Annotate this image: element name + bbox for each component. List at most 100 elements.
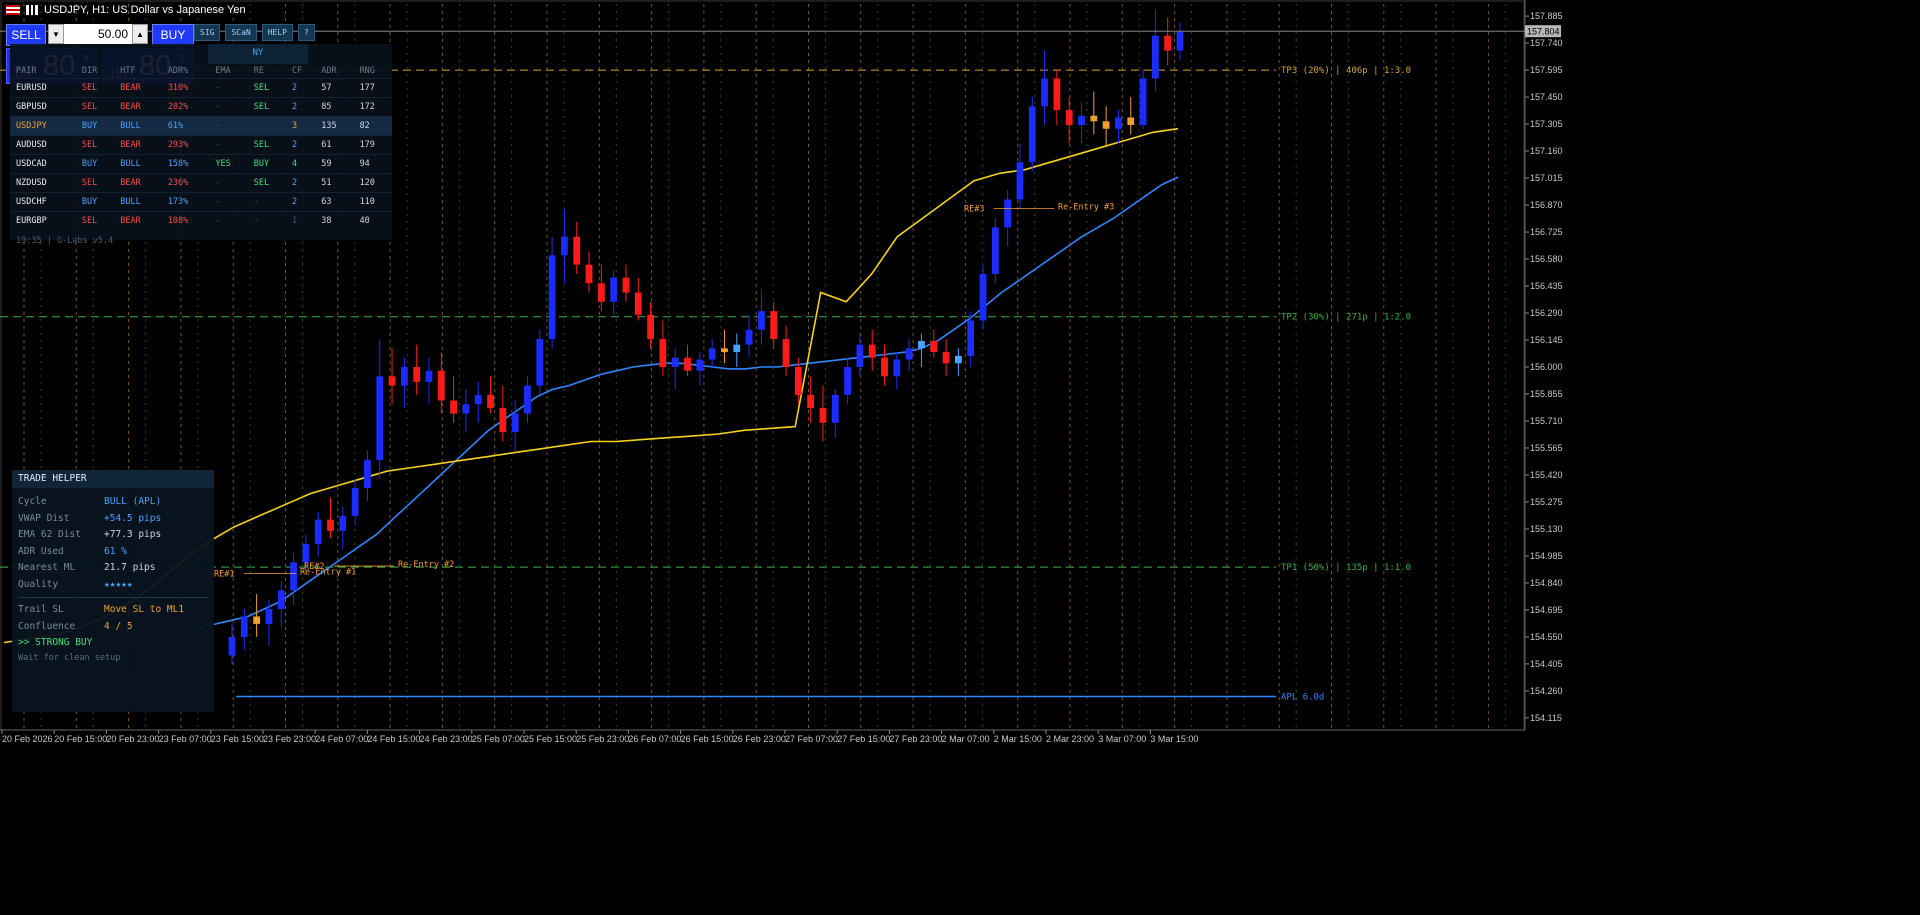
chevron-down-icon[interactable]: ▼ xyxy=(48,24,64,44)
scanner-cell-adr: 51 xyxy=(321,178,332,188)
helper-value: +77.3 pips xyxy=(104,529,162,540)
window-titlebar: USDJPY, H1: US Dollar vs Japanese Yen xyxy=(0,0,246,20)
scanner-cell-rng: 110 xyxy=(359,197,375,207)
candle-body xyxy=(844,367,851,395)
candle-body xyxy=(794,367,802,395)
price-tick-label: 157.015 xyxy=(1530,173,1563,183)
scanner-row[interactable]: AUDUSD SEL BEAR 293% - SEL 2 61 179 xyxy=(10,135,392,155)
sig-button[interactable]: SIG xyxy=(194,24,221,41)
scanner-cell-adr: 57 xyxy=(321,83,332,93)
time-tick-label: 23 Feb 23:00 xyxy=(263,734,316,744)
scanner-cell-rng: 177 xyxy=(359,83,375,93)
scanner-row[interactable]: GBPUSD SEL BEAR 202% - SEL 2 85 172 xyxy=(10,97,392,117)
candles-icon xyxy=(26,5,38,15)
col-adr-pct: ADR% xyxy=(167,66,189,76)
col-htf: HTF xyxy=(120,66,136,76)
scanner-row[interactable]: EURUSD SEL BEAR 310% - SEL 2 57 177 xyxy=(10,78,392,98)
candle-body xyxy=(893,359,901,377)
price-tick-label: 156.580 xyxy=(1530,254,1563,264)
scanner-cell-pair: EURUSD xyxy=(16,83,47,93)
candle-body xyxy=(1102,121,1110,129)
scanner-cell-rng: 94 xyxy=(359,159,370,169)
helper-value: 4 / 5 xyxy=(104,620,133,632)
time-axis[interactable]: 20 Feb 2026 20 Feb 15:00 20 Feb 23:00 23 Fe… xyxy=(0,729,1525,744)
helper-value: 21.7 pips xyxy=(104,562,156,573)
candle-body xyxy=(733,344,741,353)
time-tick-label: 27 Feb 07:00 xyxy=(785,734,838,744)
scanner-cell-adr: 85 xyxy=(321,102,332,112)
helper-row: ADR Used 61 % xyxy=(12,544,214,561)
scanner-row[interactable]: USDJPY BUY BULL 61% - - 3 135 82 xyxy=(10,116,392,136)
candle-body xyxy=(831,394,839,423)
scanner-cell-re: SEL xyxy=(253,178,270,188)
col-pair: PAIR xyxy=(16,66,37,76)
price-tick-label: 155.855 xyxy=(1530,389,1563,399)
price-tick-label: 155.420 xyxy=(1530,470,1563,480)
scanner-row[interactable]: NZDUSD SEL BEAR 236% - SEL 2 51 120 xyxy=(10,173,392,193)
scanner-row[interactable]: USDCHF BUY BULL 173% - - 2 63 110 xyxy=(10,192,392,212)
time-tick-label: 26 Feb 23:00 xyxy=(733,734,786,744)
reentry-tag: RE#1 xyxy=(214,569,234,579)
signal-text: >> STRONG BUY xyxy=(18,637,93,648)
candle-body xyxy=(561,236,568,256)
scanner-cell-adr-pct: 236% xyxy=(167,178,189,188)
scanner-cell-dir: BUY xyxy=(81,121,98,131)
scanner-cell-adr: 61 xyxy=(321,140,332,150)
candle-body xyxy=(277,590,285,609)
reentry-tag: RE#3 xyxy=(964,205,984,215)
col-ema: EMA xyxy=(215,66,231,76)
lot-size-value[interactable]: 50.00 xyxy=(64,27,132,41)
helper-row: Quality ★★★★★ xyxy=(12,577,214,594)
session-label: NY xyxy=(208,44,308,64)
scanner-cell-ema: - xyxy=(215,121,221,131)
helper-row: Trail SL Move SL to ML1 xyxy=(12,602,214,619)
scanner-row[interactable]: USDCAD BUY BULL 158% YES BUY 4 59 94 xyxy=(10,154,392,174)
scanner-cell-pair: GBPUSD xyxy=(16,102,47,112)
scanner-row[interactable]: EURGBP SEL BEAR 108% - - 1 38 40 xyxy=(10,211,392,231)
scanner-cell-cf: 2 xyxy=(292,140,298,150)
scanner-cell-dir: SEL xyxy=(81,83,98,93)
scanner-cell-dir: SEL xyxy=(81,216,98,226)
sell-button[interactable]: SELL xyxy=(6,24,46,46)
scan-button[interactable]: SCaN xyxy=(225,24,257,41)
helper-key: Quality xyxy=(18,578,59,590)
candle-body xyxy=(290,562,297,591)
time-tick-label: 3 Mar 15:00 xyxy=(1150,734,1198,744)
time-tick-label: 23 Feb 07:00 xyxy=(159,734,212,744)
candle-body xyxy=(364,460,371,488)
time-tick-label: 2 Mar 15:00 xyxy=(994,734,1042,744)
candle-body xyxy=(684,357,691,371)
scanner-footer: 19:35 | G-Labs v5.4 xyxy=(16,236,114,246)
scanner-cell-htf: BEAR xyxy=(120,178,141,188)
helper-value: BULL (APL) xyxy=(104,496,162,507)
candle-body xyxy=(327,519,334,531)
candle-body xyxy=(388,376,396,386)
candle-body xyxy=(1127,117,1135,125)
level-label: APL 6.0d xyxy=(1281,692,1324,702)
scanner-cell-ema: - xyxy=(215,197,221,207)
time-tick-label: 26 Feb 07:00 xyxy=(628,734,681,744)
price-tick-label: 155.565 xyxy=(1530,443,1563,453)
candle-body xyxy=(807,394,815,408)
scanner-cell-re: SEL xyxy=(253,140,270,150)
lot-size-field[interactable]: ▼ 50.00 ▲ xyxy=(48,24,148,44)
scanner-cell-rng: 172 xyxy=(359,102,375,112)
candle-body xyxy=(536,339,544,386)
scanner-cell-pair: AUDUSD xyxy=(16,140,47,150)
info-button[interactable]: ? xyxy=(297,24,315,41)
scanner-cell-cf: 3 xyxy=(292,121,298,131)
helper-row: Cycle BULL (APL) xyxy=(12,494,214,511)
candle-body xyxy=(1065,110,1073,125)
candle-body xyxy=(1016,162,1024,200)
scanner-cell-adr-pct: 158% xyxy=(167,159,189,169)
candle-body xyxy=(745,329,753,345)
candle-body xyxy=(487,394,494,408)
candle-body xyxy=(856,344,864,367)
buy-button[interactable]: BUY xyxy=(152,24,194,46)
helper-key: Nearest ML xyxy=(18,562,76,573)
chevron-up-icon[interactable]: ▲ xyxy=(132,24,148,44)
candle-body xyxy=(450,400,457,414)
help-button[interactable]: HELP xyxy=(261,24,293,41)
candle-body xyxy=(622,277,630,293)
candle-body xyxy=(351,488,359,516)
